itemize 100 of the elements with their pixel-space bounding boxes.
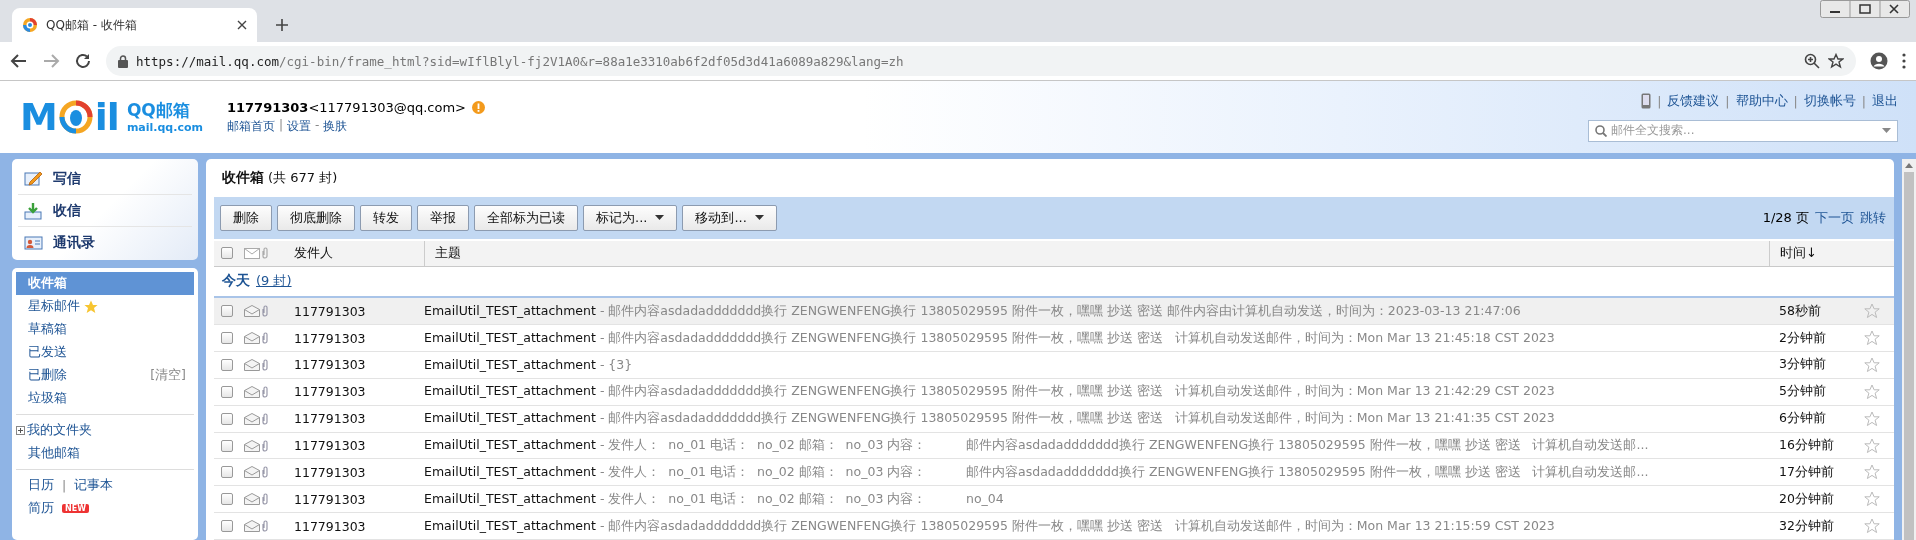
- new-tab-icon[interactable]: [275, 18, 289, 32]
- next-page-link[interactable]: 下一页: [1815, 208, 1854, 227]
- mail-subject: EmailUtil_TEST_attachment: [424, 383, 596, 401]
- mail-row[interactable]: 117791303 EmailUtil_TEST_attachment - 邮件内容asdadaddddddd换行 ZENGWENFENG换行 13805029595 附件一枚，嘿嘿 抄送 密送 计算机自动发送邮件，时间为：Mon Mar 13 21:42:29 CST 2023 5分钟前: [214, 378, 1894, 406]
- browser-tab[interactable]: QQ邮箱 - 收件箱: [12, 8, 257, 42]
- tool-link[interactable]: 日历: [28, 477, 54, 494]
- header-link[interactable]: 设置: [287, 117, 311, 135]
- row-checkbox[interactable]: [221, 305, 233, 318]
- mail-row[interactable]: 117791303 EmailUtil_TEST_attachment - 邮件内容asdadaddddddd换行 ZENGWENFENG换行 13805029595 附件一枚，嘿嘿 抄送 密送 计算机自动发送邮件，时间为：Mon Mar 13 21:15:59 CST 2023 32分钟前: [214, 513, 1894, 540]
- star-icon[interactable]: [1864, 464, 1880, 481]
- close-icon[interactable]: [237, 20, 247, 30]
- dropdown-button[interactable]: 移动到...: [682, 204, 777, 231]
- header-link[interactable]: 换肤: [323, 117, 348, 135]
- paperclip-icon: [262, 247, 268, 260]
- column-header[interactable]: 主题: [424, 240, 1769, 266]
- phone-icon[interactable]: [1641, 93, 1652, 109]
- account-name: 117791303<117791303@qq.com>: [226, 99, 466, 115]
- received-time: 32分钟前: [1778, 517, 1835, 535]
- star-icon[interactable]: [1864, 330, 1880, 347]
- mail-row[interactable]: 117791303 EmailUtil_TEST_attachment - {3} 3分钟前: [214, 352, 1894, 379]
- separator: -: [315, 117, 320, 134]
- folder-item[interactable]: 已删除 [清空]: [16, 364, 194, 387]
- star-icon[interactable]: [1864, 518, 1880, 535]
- mail-summary: - 邮件内容asdadaddddddd换行 ZENGWENFENG换行 13805029595 附件一枚，嘿嘿 抄送 密送 计算机自动发送邮件，时间为：Mon Mar 13 21:41:35 CST 2023: [599, 410, 1555, 428]
- select-all-checkbox[interactable]: [221, 247, 233, 260]
- qq-logo-icon: [22, 17, 38, 33]
- row-checkbox[interactable]: [221, 493, 233, 506]
- mail-row[interactable]: 117791303 EmailUtil_TEST_attachment - 发件人： no_01 电话： no_02 邮箱： no_03 内容： no_04 20分钟前: [214, 486, 1894, 514]
- folder-item[interactable]: 已发送: [16, 341, 194, 364]
- header-link[interactable]: 邮箱首页: [226, 117, 275, 135]
- forward-icon[interactable]: [42, 52, 60, 70]
- header-link[interactable]: 退出: [1872, 92, 1898, 110]
- row-checkbox[interactable]: [221, 412, 233, 425]
- row-checkbox[interactable]: [221, 358, 233, 371]
- header-link[interactable]: 帮助中心: [1735, 92, 1788, 110]
- star-icon[interactable]: [1864, 303, 1880, 320]
- star-icon[interactable]: [1864, 491, 1880, 508]
- scrollbar-thumb[interactable]: [1904, 172, 1914, 540]
- received-time: 17分钟前: [1778, 463, 1835, 481]
- tool-link[interactable]: 记事本: [74, 477, 114, 494]
- logo-letter: il: [94, 98, 119, 136]
- folder-item[interactable]: 星标邮件: [16, 295, 194, 318]
- window-controls-icon[interactable]: [1820, 0, 1910, 18]
- received-time: 20分钟前: [1778, 490, 1835, 508]
- toolbar-button[interactable]: 转发: [360, 204, 412, 231]
- mail-row[interactable]: 117791303 EmailUtil_TEST_attachment - 发件人： no_01 电话： no_02 邮箱： no_03 内容： 邮件内容asdadaddddddd换行 ZENGWENFENG换行 13805029595 附件一枚，嘿嘿 抄送 密送 计算机自动发送邮... 17分钟前: [214, 459, 1894, 487]
- header-link[interactable]: 反馈建议: [1667, 92, 1720, 110]
- expand-icon[interactable]: [16, 426, 25, 435]
- tool-link[interactable]: 简历: [28, 500, 54, 517]
- sender-name: 117791303: [293, 518, 367, 534]
- scrollbar[interactable]: [1902, 159, 1916, 540]
- dropdown-button[interactable]: 标记为...: [583, 204, 678, 231]
- back-icon[interactable]: [10, 52, 28, 70]
- folder-item[interactable]: 其他邮箱: [16, 442, 194, 465]
- scroll-up-icon[interactable]: [1905, 163, 1913, 168]
- sidebar-action[interactable]: 收信: [18, 195, 192, 227]
- column-header[interactable]: 发件人: [284, 244, 424, 263]
- received-time: 3分钟前: [1778, 356, 1827, 374]
- star-icon: [84, 299, 98, 314]
- folder-item[interactable]: 草稿箱: [16, 318, 194, 341]
- star-icon[interactable]: [1864, 383, 1880, 400]
- address-bar[interactable]: https://mail.qq.com/cgi-bin/frame_html?sid=wIflBlyl-fj2V1A0&r=88a1e3310ab6f2df05d3d41a6089a829&lang=zh: [106, 46, 1856, 76]
- logo-domain: mail.qq.com: [126, 120, 203, 134]
- mail-summary: - 邮件内容asdadaddddddd换行 ZENGWENFENG换行 13805029595 附件一枚，嘿嘿 抄送 密送 计算机自动发送邮件，时间为：Mon Mar 13 21:15:59 CST 2023: [599, 517, 1555, 535]
- row-checkbox[interactable]: [221, 385, 233, 398]
- row-checkbox[interactable]: [221, 520, 233, 533]
- toolbar-button[interactable]: 全部标为已读: [474, 204, 578, 231]
- separator: |: [1793, 93, 1798, 109]
- toolbar-button[interactable]: 彻底删除: [277, 204, 355, 231]
- clear-link[interactable]: [清空]: [150, 367, 186, 384]
- column-header[interactable]: 时间↓: [1769, 240, 1894, 266]
- menu-icon[interactable]: [1902, 53, 1906, 69]
- mail-row[interactable]: 117791303 EmailUtil_TEST_attachment - 发件人： no_01 电话： no_02 邮箱： no_03 内容： 邮件内容asdadaddddddd换行 ZENGWENFENG换行 13805029595 附件一枚，嘿嘿 抄送 密送 计算机自动发送邮... 16分钟前: [214, 432, 1894, 460]
- star-icon[interactable]: [1864, 437, 1880, 454]
- zoom-in-icon[interactable]: [1804, 53, 1820, 69]
- sidebar-action[interactable]: 写信: [18, 163, 192, 195]
- sidebar-action[interactable]: 通讯录: [18, 227, 192, 258]
- star-icon[interactable]: [1864, 356, 1880, 373]
- toolbar-button[interactable]: 举报: [417, 204, 469, 231]
- star-icon[interactable]: [1864, 410, 1880, 427]
- caret-icon[interactable]: [1882, 128, 1891, 133]
- group-count-link[interactable]: (9 封): [256, 272, 292, 291]
- profile-icon[interactable]: [1870, 52, 1888, 70]
- mail-row[interactable]: 117791303 EmailUtil_TEST_attachment - 邮件内容asdadaddddddd换行 ZENGWENFENG换行 13805029595 附件一枚，嘿嘿 抄送 密送 计算机自动发送邮件，时间为：Mon Mar 13 21:45:18 CST 2023 2分钟前: [214, 325, 1894, 353]
- paperclip-icon: [262, 332, 268, 345]
- receive-icon: [24, 201, 43, 220]
- reload-icon[interactable]: [74, 52, 92, 70]
- folder-item[interactable]: 垃圾箱: [16, 387, 194, 410]
- received-time: 6分钟前: [1778, 410, 1827, 428]
- paperclip-icon: [262, 520, 268, 533]
- jump-link[interactable]: 跳转: [1860, 208, 1886, 227]
- row-checkbox[interactable]: [221, 332, 233, 345]
- star-icon[interactable]: [1828, 53, 1844, 69]
- row-checkbox[interactable]: [221, 439, 233, 452]
- header-link[interactable]: 切换帐号: [1803, 92, 1856, 110]
- mail-row[interactable]: 117791303 EmailUtil_TEST_attachment - 邮件内容asdadaddddddd换行 ZENGWENFENG换行 13805029595 附件一枚，嘿嘿 抄送 密送 计算机自动发送邮件，时间为：Mon Mar 13 21:41:35 CST 2023 6分钟前: [214, 405, 1894, 433]
- folder-group[interactable]: 我的文件夹: [27, 422, 92, 439]
- paperclip-icon: [262, 412, 268, 425]
- toolbar-button[interactable]: 删除: [220, 204, 272, 231]
- row-checkbox[interactable]: [221, 466, 233, 479]
